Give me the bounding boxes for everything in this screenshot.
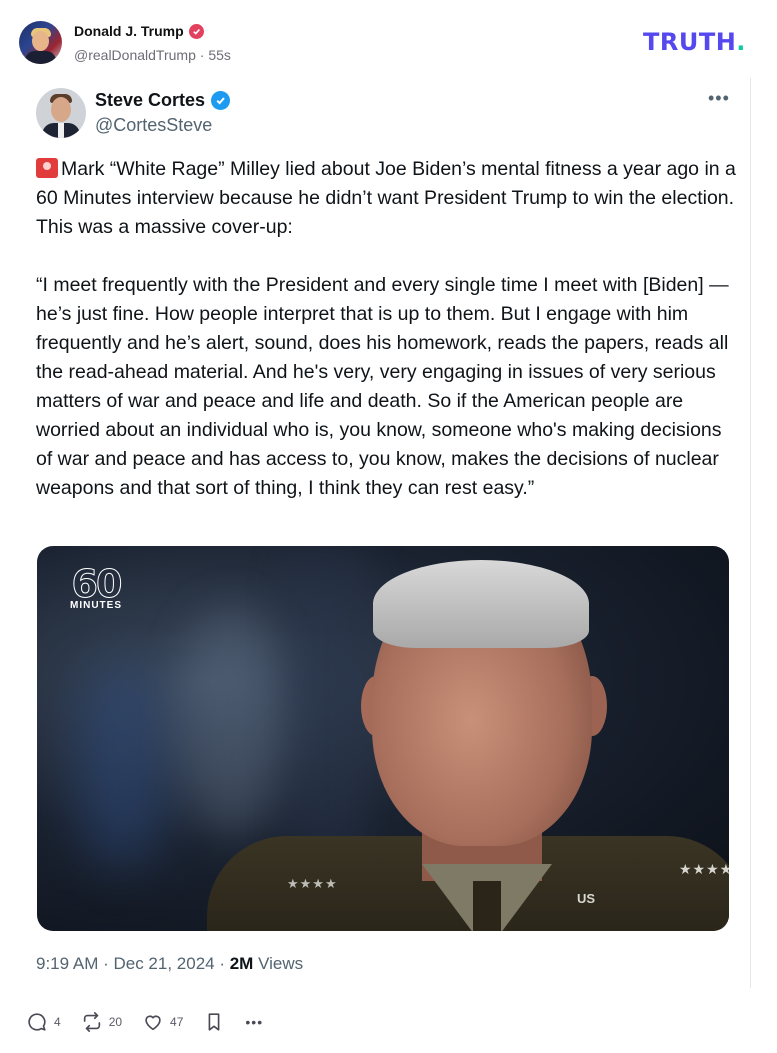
shoulder-stars-icon: ★★★★ (679, 861, 729, 877)
truth-logo[interactable]: TRUTH. (643, 28, 746, 56)
truth-post-page: Donald J. Trump @realDonaldTrump · 55s T… (0, 0, 777, 1053)
post-time[interactable]: 55s (208, 47, 231, 63)
embedded-video-frame: US ★★★★ ★★★★ 60 MINUTES (37, 546, 729, 931)
embedded-post-screenshot[interactable]: Steve Cortes @CortesSteve ••• Mark “Whit… (18, 78, 751, 988)
author-name-row: Donald J. Trump (74, 23, 204, 39)
collar-insignia: US (577, 891, 596, 906)
embedded-author-name-row: Steve Cortes (95, 90, 231, 111)
embedded-post-meta: 9:19 AM · Dec 21, 2024 · 2M Views (36, 954, 303, 974)
heart-icon (145, 1015, 161, 1031)
bookmark-button[interactable] (203, 1011, 225, 1033)
author-handle[interactable]: @realDonaldTrump (74, 47, 196, 63)
retruth-icon (83, 1012, 100, 1032)
views-count: 2M (229, 954, 254, 973)
embedded-author-name: Steve Cortes (95, 90, 206, 110)
like-count: 47 (170, 1015, 184, 1029)
verified-badge-icon (188, 23, 204, 39)
embedded-more-icon: ••• (708, 88, 730, 108)
bookmark-icon (208, 1013, 220, 1031)
retruth-count: 20 (108, 1015, 123, 1029)
views-label: Views (253, 954, 304, 973)
author-avatar[interactable] (19, 21, 62, 64)
reply-icon (28, 1013, 46, 1031)
reply-count: 4 (54, 1015, 61, 1029)
post-header: Donald J. Trump @realDonaldTrump · 55s T… (0, 0, 777, 80)
embedded-timestamp: 9:19 AM · Dec 21, 2024 · (36, 954, 230, 973)
embedded-post-body: Mark “White Rage” Milley lied about Joe … (36, 158, 736, 499)
retruth-button[interactable]: 20 (81, 1011, 122, 1033)
reply-button[interactable]: 4 (26, 1011, 61, 1033)
author-handle-row: @realDonaldTrump · 55s (74, 47, 231, 63)
siren-emoji-icon (36, 158, 58, 178)
more-options-icon: ••• (245, 1014, 264, 1030)
post-action-bar: 4 20 47 ••• (26, 1010, 283, 1034)
embedded-author-avatar (36, 88, 86, 138)
blue-check-icon (211, 91, 231, 110)
embedded-author-handle: @CortesSteve (95, 115, 213, 135)
60-minutes-logo: 60 MINUTES (70, 562, 123, 612)
like-button[interactable]: 47 (142, 1011, 183, 1033)
embedded-post-text: Mark “White Rage” Milley lied about Joe … (36, 155, 736, 503)
author-name[interactable]: Donald J. Trump (74, 23, 184, 39)
more-options-button[interactable]: ••• (245, 1014, 263, 1030)
shoulder-stars-left-icon: ★★★★ (287, 876, 338, 891)
